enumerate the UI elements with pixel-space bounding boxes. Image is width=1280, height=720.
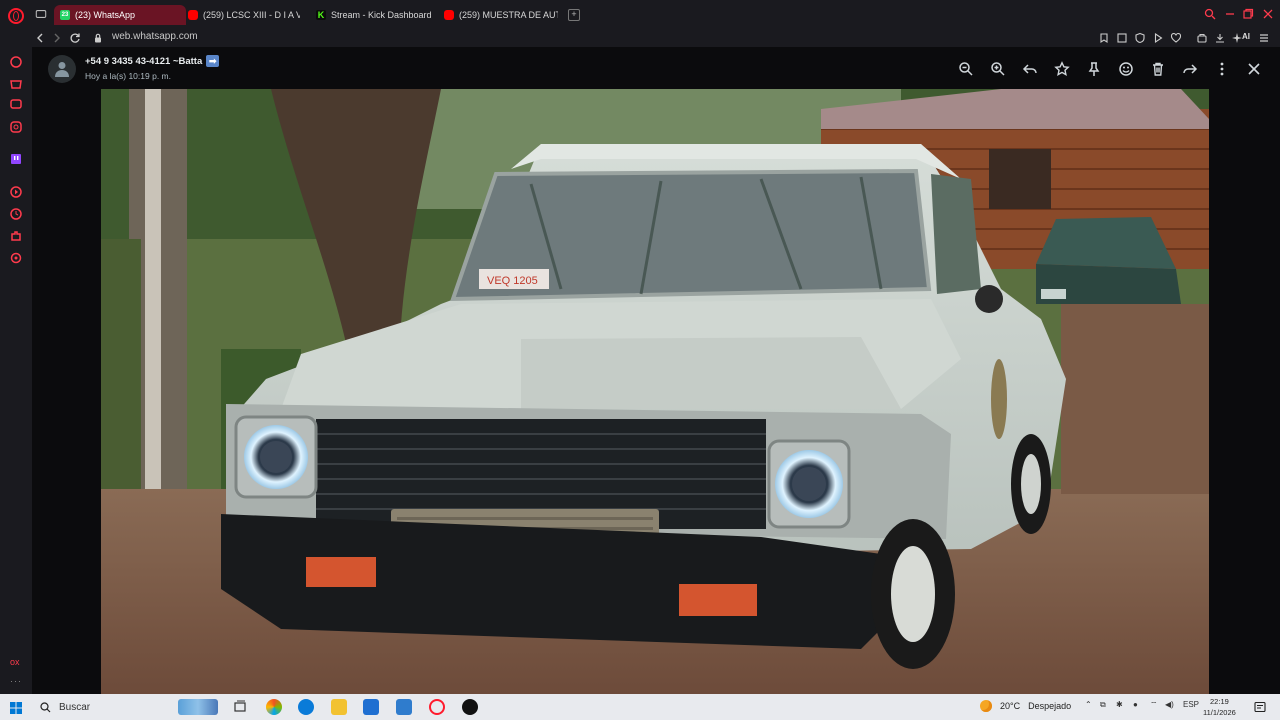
history-icon[interactable] (9, 207, 23, 221)
reply-icon[interactable] (1022, 61, 1038, 77)
twitch-icon[interactable] (9, 152, 23, 166)
aria-icon[interactable] (9, 55, 23, 69)
copilot-icon[interactable] (266, 699, 282, 715)
weather-widget[interactable]: 20°C Despejado (980, 700, 1071, 712)
lock-icon[interactable] (92, 32, 104, 44)
wallet-icon[interactable] (1196, 32, 1208, 44)
ai-button-label[interactable]: AI (1242, 32, 1250, 41)
tab-kick-dashboard[interactable]: K Stream - Kick Dashboard (316, 5, 442, 25)
tab-menu-icon[interactable] (35, 8, 47, 20)
tab-strip: 23 (23) WhatsApp (259) LCSC XIII - D I A… (32, 0, 1280, 29)
windows-start-icon[interactable] (10, 701, 22, 714)
weather-desc: Despejado (1028, 701, 1072, 711)
license-plate-text: VEQ 1205 (487, 275, 538, 287)
play-icon[interactable] (1152, 32, 1164, 44)
screenshot-icon[interactable] (1116, 32, 1128, 44)
pickup-truck-photo: VEQ 1205 (101, 89, 1209, 694)
network-icon[interactable]: ⧉ (1100, 700, 1106, 710)
volume-icon[interactable]: ◀) (1165, 700, 1174, 709)
url-field[interactable]: web.whatsapp.com (112, 31, 198, 42)
more-icon[interactable] (1214, 61, 1230, 77)
wifi-icon[interactable]: ⌔ (1150, 700, 1158, 710)
settings-icon[interactable] (9, 251, 23, 265)
shopping-icon[interactable] (9, 76, 23, 90)
tab-label: Stream - Kick Dashboard (331, 10, 432, 20)
delete-icon[interactable] (1150, 61, 1166, 77)
file-explorer-icon[interactable] (331, 699, 347, 715)
minimize-icon[interactable] (1224, 8, 1236, 20)
language-indicator[interactable]: ESP (1183, 700, 1199, 709)
sidebar-more-button[interactable]: ··· (10, 676, 22, 686)
task-view-icon[interactable] (232, 699, 248, 715)
chevron-up-icon[interactable]: ⌃ (1085, 700, 1092, 709)
message-timestamp: Hoy a la(s) 10:19 p. m. (85, 71, 171, 81)
emoji-icon[interactable] (1118, 61, 1134, 77)
whatsapp-favicon-icon: 23 (60, 10, 70, 20)
pin-icon[interactable] (1086, 61, 1102, 77)
microsoft-store-icon[interactable] (363, 699, 379, 715)
edge-icon[interactable] (298, 699, 314, 715)
close-icon[interactable] (1246, 61, 1262, 77)
avatar[interactable] (48, 55, 76, 83)
sender-text: +54 9 3435 43-4121 ~Batta (85, 55, 203, 67)
person-icon (55, 62, 69, 77)
zoom-in-icon[interactable] (990, 61, 1006, 77)
windows-taskbar: Buscar 20°C Despejado ⌃ ⧉ ✱ ● ⌔ ◀) ESP 2… (0, 694, 1280, 720)
youtube-favicon-icon (188, 10, 198, 20)
media-image[interactable]: VEQ 1205 (101, 89, 1209, 694)
snapshot-icon[interactable] (1098, 32, 1110, 44)
shield-icon[interactable] (1134, 32, 1146, 44)
kick-favicon-icon: K (316, 10, 326, 20)
reload-icon[interactable] (69, 32, 81, 44)
taskbar-search[interactable]: Buscar (34, 697, 174, 717)
opera-taskbar-icon[interactable] (429, 699, 445, 715)
forward-icon[interactable] (1182, 61, 1198, 77)
star-icon[interactable] (1054, 61, 1070, 77)
easy-setup-icon[interactable] (1258, 32, 1270, 44)
search-tabs-icon[interactable] (1204, 8, 1216, 20)
tab-label: (23) WhatsApp (75, 10, 136, 20)
player-icon[interactable] (9, 185, 23, 199)
search-icon (40, 701, 51, 712)
widgets-icon[interactable] (178, 699, 218, 715)
new-tab-button[interactable]: + (568, 9, 580, 21)
tab-youtube-lcsc[interactable]: (259) LCSC XIII - D I A V I (188, 5, 300, 25)
search-placeholder: Buscar (59, 701, 91, 713)
forward-nav-icon[interactable] (51, 32, 63, 44)
opera-sidebar: ox ··· (0, 0, 32, 694)
heart-icon[interactable] (1170, 32, 1182, 44)
tab-label: (259) MUESTRA DE AUTO (459, 10, 558, 20)
tab-label: (259) LCSC XIII - D I A V I (203, 10, 300, 20)
restore-icon[interactable] (1242, 8, 1254, 20)
sidebar-bottom-label[interactable]: ox (10, 657, 20, 667)
instagram-icon[interactable] (9, 120, 23, 134)
youtube-favicon-icon (444, 10, 454, 20)
zoom-out-icon[interactable] (958, 61, 974, 77)
outlook-icon[interactable] (396, 699, 412, 715)
extensions-icon[interactable] (9, 229, 23, 243)
system-clock[interactable]: 22:19 11/1/2026 (1203, 696, 1236, 718)
microphone-icon[interactable]: ● (1133, 700, 1138, 709)
messenger-icon[interactable] (9, 98, 23, 112)
arrow-right-emoji-icon: ➡ (206, 55, 220, 67)
weather-temp: 20°C (1000, 701, 1021, 711)
bluetooth-icon[interactable]: ✱ (1116, 700, 1123, 709)
download-icon[interactable] (1214, 32, 1226, 44)
obs-icon[interactable] (462, 699, 478, 715)
window-close-icon[interactable] (1262, 8, 1274, 20)
tab-whatsapp[interactable]: 23 (23) WhatsApp (54, 5, 186, 25)
clock-time: 22:19 (1210, 697, 1229, 706)
moon-icon (980, 700, 992, 712)
back-icon[interactable] (34, 32, 46, 44)
sender-name[interactable]: +54 9 3435 43-4121 ~Batta ➡ (85, 55, 220, 67)
notifications-icon[interactable] (1254, 700, 1266, 713)
opera-logo-icon[interactable] (8, 8, 24, 24)
address-bar: web.whatsapp.com AI (32, 29, 1280, 47)
media-viewer: +54 9 3435 43-4121 ~Batta ➡ Hoy a la(s) … (32, 47, 1280, 694)
tab-youtube-muestra[interactable]: (259) MUESTRA DE AUTO (444, 5, 558, 25)
clock-date: 11/1/2026 (1203, 708, 1236, 717)
